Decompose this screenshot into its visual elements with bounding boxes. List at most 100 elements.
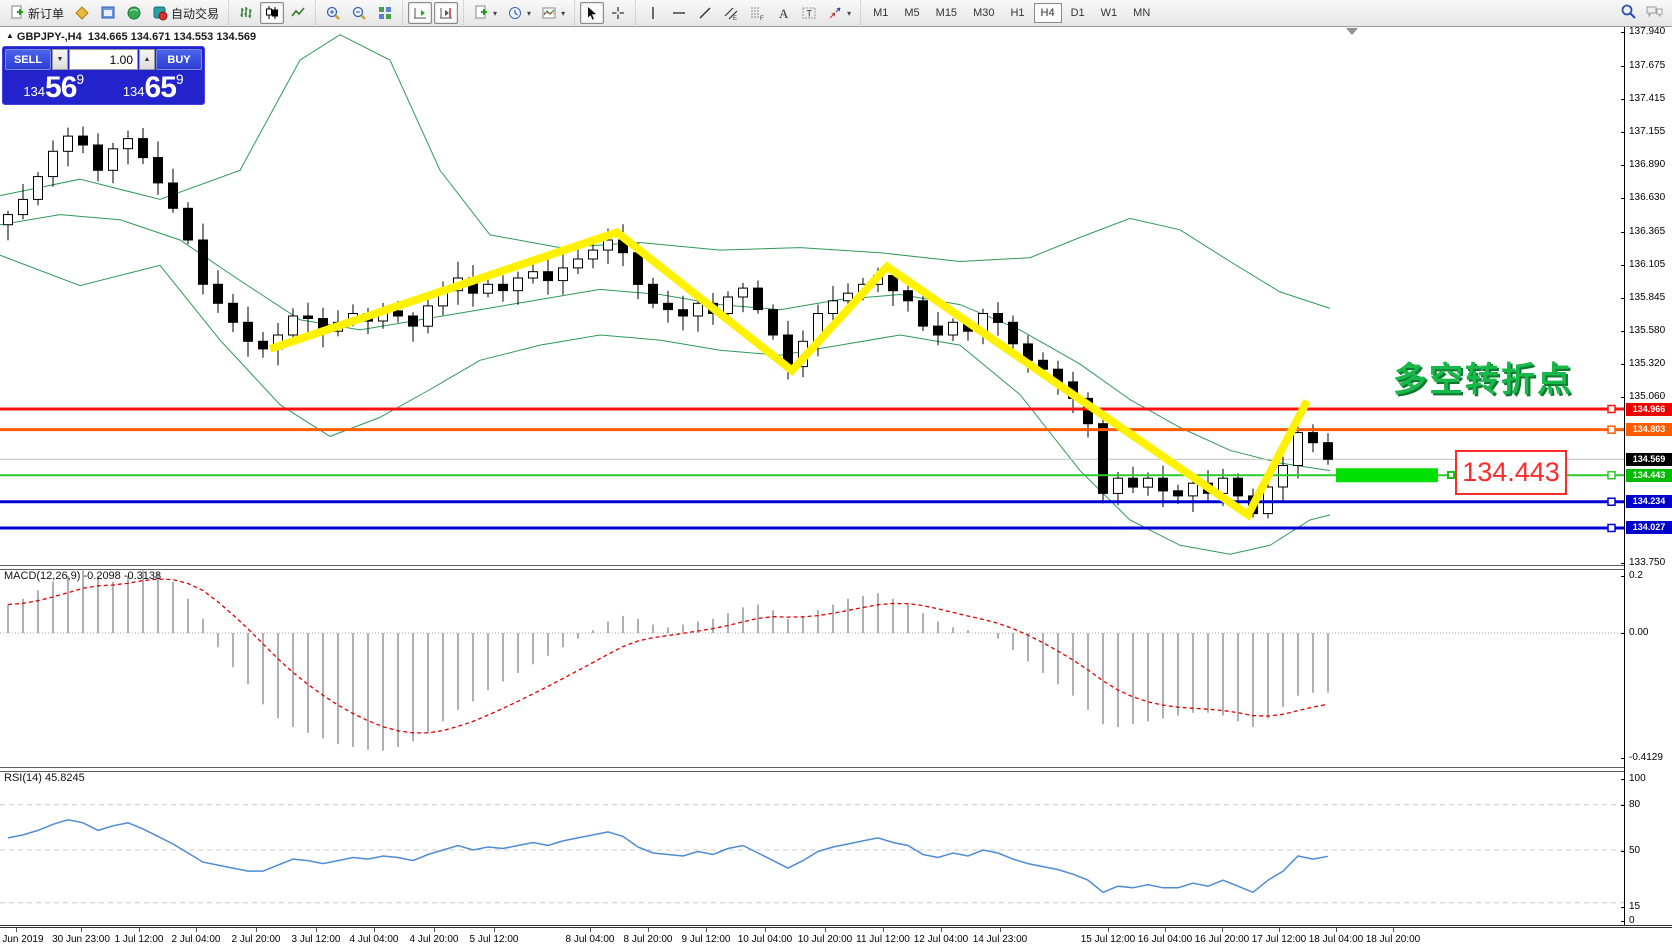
toolbar-group: E FAT ▾ [635,0,860,27]
time-tick-mark [883,928,884,932]
cursor-button[interactable] [580,2,604,24]
time-tick-label: 14 Jul 23:00 [973,934,1028,945]
chat-button[interactable] [1645,4,1664,23]
timeframe-button-h1[interactable]: H1 [1003,3,1031,23]
trendline-button[interactable] [693,2,717,24]
buy-button[interactable]: BUY [156,49,202,70]
chartshift-icon [438,5,454,21]
macd-indicator-panel[interactable] [0,570,1624,767]
time-axis[interactable]: 28 Jun 201930 Jun 23:001 Jul 12:002 Jul … [0,925,1672,951]
candles-icon [264,5,280,21]
candle-body [1129,478,1138,487]
time-tick-label: 9 Jul 12:00 [682,934,731,945]
price-tick-135.580: 135.580 [1629,325,1665,336]
channel-button[interactable]: E [719,2,743,24]
rsi-scale-100: 100 [1629,773,1646,784]
time-tick-mark [1165,928,1166,932]
volume-increase-button[interactable]: ▲ [139,49,155,70]
indicator-list-button[interactable] [70,2,94,24]
candle-body [1234,478,1243,496]
autotrading-button[interactable]: 自动交易 [148,2,223,24]
axis-tick-mark [1621,921,1625,922]
green-zone-rect[interactable] [1336,468,1438,482]
crosshair-button[interactable] [606,2,630,24]
tile-windows-button[interactable] [373,2,397,24]
price-axis[interactable]: 137.940137.675137.415137.155136.890136.6… [1624,27,1672,925]
axis-tick-mark [1621,563,1625,564]
chevron-down-icon[interactable]: ▾ [493,9,497,18]
timeframe-button-h4[interactable]: H4 [1034,3,1062,23]
candle-body [934,326,943,335]
candle-body [694,303,703,316]
sell-button[interactable]: SELL [5,49,51,70]
level-line-handle[interactable] [1608,472,1615,479]
timeframe-button-m1[interactable]: M1 [866,3,895,23]
buy-price-big-figure: 134 [123,81,145,103]
level-line-handle[interactable] [1608,426,1615,433]
level-line-handle[interactable] [1608,524,1615,531]
sell-price-display[interactable]: 134569 [5,71,103,104]
rsi-scale-80: 80 [1629,799,1640,810]
axis-tick-mark [1621,32,1625,33]
text-label-button[interactable]: T [797,2,821,24]
level-line-handle[interactable] [1608,406,1615,413]
candle-body [304,316,313,319]
candle-body [739,288,748,297]
time-tick-mark [196,928,197,932]
buy-price-display[interactable]: 134659 [105,71,203,104]
time-tick-mark [316,928,317,932]
scroll-position-marker [1346,28,1358,35]
timeframe-button-m5[interactable]: M5 [897,3,926,23]
bar-chart-button[interactable] [234,2,258,24]
price-chart-area[interactable] [0,27,1624,565]
time-tick-label: 10 Jul 20:00 [798,934,853,945]
chevron-down-icon[interactable]: ▾ [847,9,851,18]
vertical-line-button[interactable] [641,2,665,24]
time-tick-mark [1336,928,1337,932]
timeframe-button-m15[interactable]: M15 [929,3,964,23]
period-menu-button[interactable]: ▾ [503,2,535,24]
search-button[interactable] [1620,3,1637,23]
volume-decrease-button[interactable]: ▼ [52,49,68,70]
chart-shift-button[interactable] [434,2,458,24]
timeframe-button-mn[interactable]: MN [1126,3,1157,23]
horizontal-line-button[interactable] [667,2,691,24]
rsi-indicator-panel[interactable] [0,772,1624,925]
zoom-in-button[interactable] [321,2,345,24]
template-menu-button[interactable]: ▾ [537,2,569,24]
candle-body [1174,491,1183,496]
new-order-button[interactable]: 新订单 [5,2,68,24]
line-chart-button[interactable] [286,2,310,24]
candle-body [79,136,88,145]
time-tick-label: 10 Jul 04:00 [738,934,793,945]
chevron-down-icon[interactable]: ▾ [527,9,531,18]
time-tick-label: 4 Jul 20:00 [410,934,459,945]
auto-scroll-button[interactable] [408,2,432,24]
market-watch-button[interactable] [96,2,120,24]
candle-body [544,272,553,281]
chevron-down-icon[interactable]: ▾ [561,9,565,18]
navigator-button[interactable] [122,2,146,24]
timeframe-button-d1[interactable]: D1 [1064,3,1092,23]
volume-input[interactable]: 1.00 [69,49,138,70]
time-tick-label: 28 Jun 2019 [0,934,44,945]
macd-scale--0.4129: -0.4129 [1629,752,1663,763]
timeframe-button-m30[interactable]: M30 [966,3,1001,23]
fibonacci-button[interactable]: F [745,2,769,24]
arrows-button[interactable]: ▾ [823,2,855,24]
candle-body [514,278,523,291]
window-blue-icon [100,5,116,21]
new-chart-button[interactable]: ▾ [469,2,501,24]
time-tick-mark [941,928,942,932]
timeframe-button-w1[interactable]: W1 [1094,3,1125,23]
level-line-handle[interactable] [1608,498,1615,505]
time-tick-mark [1000,928,1001,932]
zoom-out-button[interactable] [347,2,371,24]
diamond-gold-icon [74,5,90,21]
collapse-panel-icon[interactable]: ▲ [6,31,14,40]
text-button[interactable]: A [771,2,795,24]
axis-tick-mark [1621,265,1625,266]
candlestick-chart-button[interactable] [260,2,284,24]
svg-text:E: E [733,16,737,21]
time-tick-mark [494,928,495,932]
